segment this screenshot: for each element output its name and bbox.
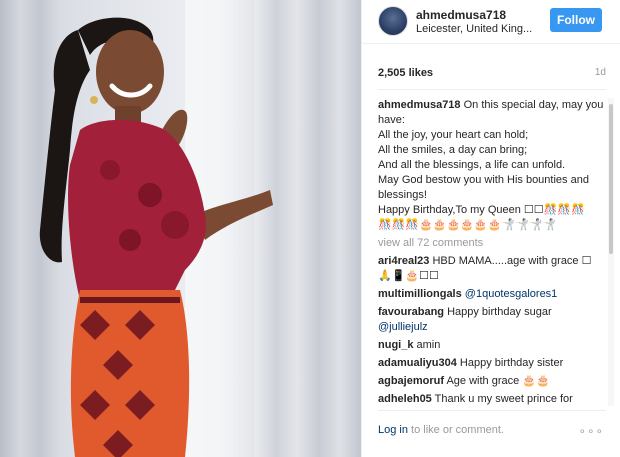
avatar[interactable] — [378, 6, 408, 36]
comment-mention[interactable]: @julliejulz — [378, 321, 428, 333]
header-location[interactable]: Leicester, United King... — [416, 23, 532, 35]
ellipsis-icon[interactable]: ∘∘∘ — [578, 424, 604, 438]
view-all-comments-link[interactable]: view all 72 comments — [378, 236, 604, 251]
comment-username[interactable]: multimilliongals — [378, 288, 462, 300]
comment-text: Happy birthday sister — [456, 357, 564, 369]
comment-text: Happy birthday sugar — [444, 306, 552, 318]
comment-username[interactable]: agbajemoruf — [378, 375, 444, 387]
post-time[interactable]: 1d — [595, 67, 606, 78]
post-photo[interactable] — [0, 0, 361, 457]
comment-item: adamualiyu304 Happy birthday sister — [378, 356, 604, 371]
comment-text: amin — [413, 339, 441, 351]
comment-mention[interactable]: @1quotesgalores1 — [465, 288, 558, 300]
woman-figure — [39, 17, 273, 457]
comment-item: adheleh05 Thank u my sweet prince for — [378, 392, 604, 406]
comment-username[interactable]: nugi_k — [378, 339, 413, 351]
comments-scrollbar-thumb[interactable] — [609, 104, 613, 254]
post-footer: Log in to like or comment. ∘∘∘ — [378, 424, 606, 440]
likes-row: 2,505 likes 1d — [378, 67, 606, 81]
caption: ahmedmusa718 On this special day, may yo… — [378, 98, 604, 233]
comment-item: multimilliongals @1quotesgalores1 — [378, 287, 604, 302]
login-prompt-text: to like or comment. — [407, 424, 504, 436]
follow-button[interactable]: Follow — [550, 8, 602, 32]
comment-item: favourabang Happy birthday sugar @jullie… — [378, 305, 604, 335]
comment-text: Thank u my sweet prince for — [431, 393, 573, 405]
caption-username[interactable]: ahmedmusa718 — [378, 99, 461, 111]
comments-list[interactable]: ahmedmusa718 On this special day, may yo… — [378, 98, 604, 406]
comment-username[interactable]: adheleh05 — [378, 393, 432, 405]
divider-bottom — [378, 410, 606, 411]
comment-username[interactable]: adamualiyu304 — [378, 357, 457, 369]
login-link[interactable]: Log in — [378, 424, 408, 436]
comment-item: ari4real23 HBD MAMA.....age with grace ☐… — [378, 254, 604, 284]
divider-top — [378, 89, 606, 90]
likes-count[interactable]: 2,505 likes — [378, 67, 433, 79]
post-header: ahmedmusa718 Leicester, United King... F… — [362, 0, 620, 44]
comment-item: agbajemoruf Age with grace 🎂🎂 — [378, 374, 604, 389]
header-username[interactable]: ahmedmusa718 — [416, 8, 506, 22]
comment-username[interactable]: favourabang — [378, 306, 444, 318]
post-side-panel: ahmedmusa718 Leicester, United King... F… — [361, 0, 620, 457]
comment-username[interactable]: ari4real23 — [378, 255, 429, 267]
caption-text: On this special day, may you have: All t… — [378, 99, 604, 231]
comment-item: nugi_k amin — [378, 338, 604, 353]
comment-text: Age with grace 🎂🎂 — [444, 375, 550, 387]
